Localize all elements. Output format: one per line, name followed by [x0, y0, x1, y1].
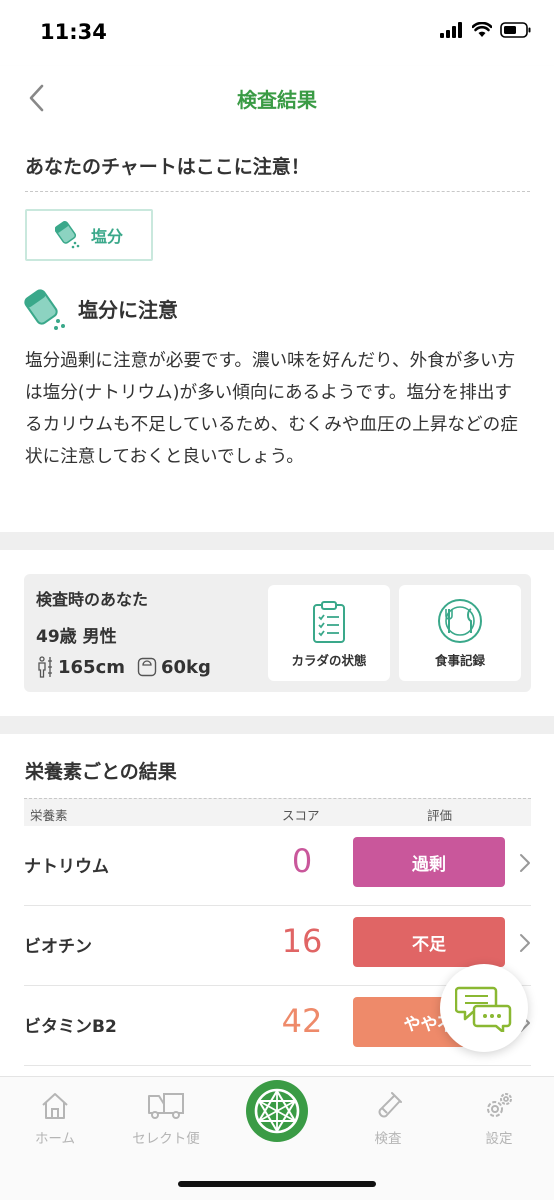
logo-icon [254, 1088, 300, 1134]
status-icons [440, 22, 532, 38]
nav-bar: 検査結果 [0, 66, 554, 130]
battery-icon [500, 22, 531, 38]
salt-chip[interactable]: 塩分 [25, 209, 153, 261]
section-gap [0, 532, 554, 550]
tab-settings[interactable]: 設定 [444, 1091, 554, 1147]
salt-shaker-icon [24, 289, 65, 330]
status-time: 11:34 [40, 20, 107, 44]
column-score: スコア [282, 808, 320, 823]
nutrient-name: ビオチン [24, 937, 92, 957]
page-title: 検査結果 [237, 88, 317, 112]
tab-home-label: ホーム [34, 1131, 76, 1147]
tab-settings-label: 設定 [485, 1131, 513, 1147]
profile-age-gender: 49歳 男性 [36, 627, 117, 647]
section-gap [0, 716, 554, 734]
nutrient-name: ナトリウム [24, 857, 109, 877]
results-table-header: 栄養素 スコア 評価 [24, 798, 531, 826]
meal-record-label: 食事記録 [434, 653, 485, 668]
height-icon [38, 656, 52, 678]
chip-label: 塩分 [90, 227, 123, 246]
height-value: 165cm [58, 656, 125, 678]
rating-badge: 過剰 [353, 837, 505, 887]
warning-icon-wrap [24, 286, 70, 336]
gear-icon [487, 1093, 512, 1117]
salt-shaker-icon [54, 221, 80, 249]
tab-select-label: セレクト便 [132, 1131, 200, 1147]
center-tab-button[interactable] [246, 1080, 308, 1142]
wifi-icon [472, 22, 492, 37]
tab-test[interactable]: 検査 [333, 1091, 443, 1147]
chevron-right-icon [520, 934, 530, 952]
nutrient-score: 16 [281, 922, 323, 960]
clipboard-icon [313, 601, 345, 643]
chat-bubbles-icon [455, 986, 512, 1032]
tab-select[interactable]: セレクト便 [111, 1091, 221, 1147]
results-heading: 栄養素ごとの結果 [25, 761, 177, 783]
home-icon [42, 1093, 68, 1119]
profile-body-metrics: 165cm 60kg [36, 656, 211, 678]
app-screen: 11:34 検査結果 あなたのチャートはここに注意！ 塩分 塩分に注意 塩分過剰… [0, 0, 554, 1200]
alert-section: あなたのチャートはここに注意！ 塩分 塩分に注意 塩分過剰に注意が必要です。濃い… [0, 130, 554, 532]
profile-card: 検査時のあなた 49歳 男性 165cm 60kg カラダの状態 食事記録 [24, 574, 531, 692]
profile-title: 検査時のあなた [36, 590, 149, 609]
chat-button[interactable] [440, 964, 528, 1052]
rating-badge: 不足 [353, 917, 505, 967]
cutlery-icon [438, 599, 482, 643]
signal-icon [440, 22, 462, 38]
column-rating: 評価 [427, 808, 453, 823]
alert-heading: あなたのチャートはここに注意！ [25, 156, 310, 178]
warning-title: 塩分に注意 [78, 298, 178, 322]
home-indicator [178, 1181, 376, 1187]
body-status-button[interactable]: カラダの状態 [268, 585, 390, 681]
nutrient-score: 0 [291, 842, 313, 880]
nutrient-name: ビタミンB2 [24, 1017, 117, 1037]
scale-icon [137, 657, 157, 677]
table-row[interactable]: ナトリウム 0 過剰 [24, 826, 531, 906]
warning-description: 塩分過剰に注意が必要です。濃い味を好んだり、外食が多い方は塩分(ナトリウム)が多… [25, 351, 518, 467]
chevron-right-icon [520, 854, 530, 872]
status-bar: 11:34 [0, 0, 554, 66]
tab-test-label: 検査 [374, 1131, 402, 1147]
divider [25, 191, 530, 192]
weight-value: 60kg [161, 656, 211, 678]
tab-home[interactable]: ホーム [0, 1091, 110, 1147]
test-tube-icon [378, 1092, 402, 1118]
body-status-label: カラダの状態 [291, 653, 367, 668]
meal-record-button[interactable]: 食事記録 [399, 585, 521, 681]
nutrient-score: 42 [281, 1002, 323, 1040]
truck-icon [148, 1093, 184, 1119]
column-nutrient: 栄養素 [30, 808, 68, 823]
